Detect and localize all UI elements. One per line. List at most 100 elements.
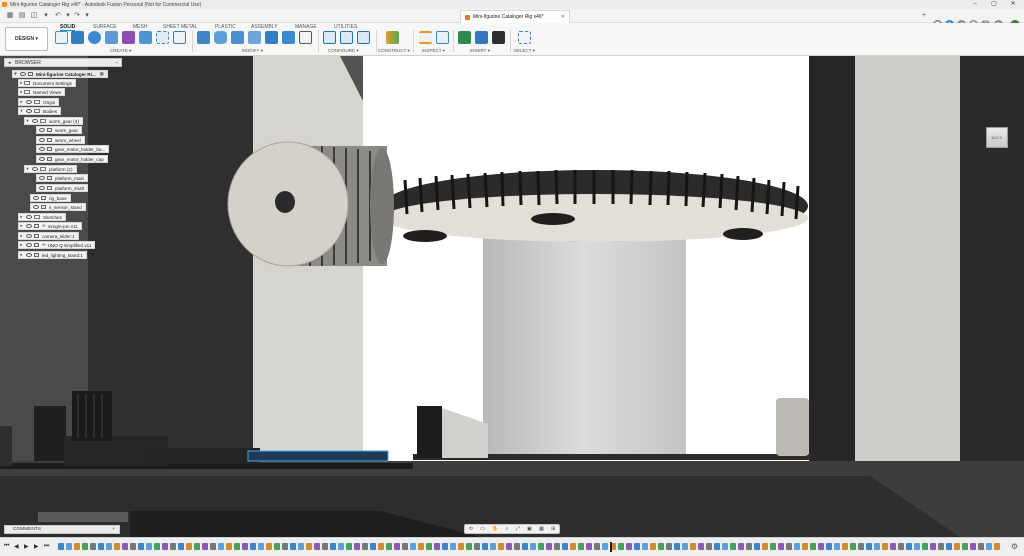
press-pull-icon[interactable] xyxy=(197,31,210,44)
document-tab[interactable]: Mini-figurine Cataloger Rig v46* ✕ xyxy=(460,10,570,23)
add-tab-icon[interactable]: + xyxy=(920,12,928,20)
timeline-feature-marker[interactable] xyxy=(90,543,96,550)
extrude-icon[interactable] xyxy=(71,31,84,44)
timeline-feature-marker[interactable] xyxy=(298,543,304,550)
timeline-feature-marker[interactable] xyxy=(602,543,608,550)
tree-item-bodies[interactable]: ▾ Bodies xyxy=(18,107,62,115)
timeline-feature-marker[interactable] xyxy=(818,543,824,550)
app-grid-icon[interactable]: ▦ xyxy=(6,12,14,20)
inspect-menu[interactable]: INSPECT ▾ xyxy=(422,48,445,54)
timeline-feature-marker[interactable] xyxy=(930,543,936,550)
insert-image-icon[interactable] xyxy=(475,31,488,44)
eye-icon[interactable] xyxy=(39,147,45,151)
eye-icon[interactable] xyxy=(32,167,38,171)
revolve-icon[interactable] xyxy=(88,31,101,44)
eye-icon[interactable] xyxy=(20,72,26,76)
timeline-feature-marker[interactable] xyxy=(810,543,816,550)
minimize-button[interactable]: – xyxy=(967,0,983,9)
chevron-right-icon[interactable]: ▸ xyxy=(19,99,24,105)
timeline-feature-marker[interactable] xyxy=(698,543,704,550)
timeline-marker[interactable] xyxy=(610,542,612,552)
tree-item-origin[interactable]: ▸ Origin xyxy=(18,98,60,106)
timeline-feature-marker[interactable] xyxy=(658,543,664,550)
eye-icon[interactable] xyxy=(32,119,38,123)
timeline-feature-marker[interactable] xyxy=(530,543,536,550)
timeline-feature-marker[interactable] xyxy=(234,543,240,550)
timeline-settings-icon[interactable]: ⚙ xyxy=(1011,542,1018,551)
timeline-feature-marker[interactable] xyxy=(826,543,832,550)
chevron-right-icon[interactable]: ▸ xyxy=(19,233,24,239)
view-cube[interactable]: BACK xyxy=(986,127,1008,148)
timeline-feature-marker[interactable] xyxy=(210,543,216,550)
target-icon[interactable]: ◎ xyxy=(100,71,104,77)
timeline-feature-marker[interactable] xyxy=(626,543,632,550)
timeline-feature-marker[interactable] xyxy=(146,543,152,550)
timeline-feature-marker[interactable] xyxy=(482,543,488,550)
file-icon[interactable]: ▤ xyxy=(18,12,26,20)
maximize-button[interactable]: ▢ xyxy=(986,0,1002,9)
timeline-feature-marker[interactable] xyxy=(514,543,520,550)
eye-icon[interactable] xyxy=(26,215,32,219)
insert-mcmaster-icon[interactable] xyxy=(492,31,505,44)
eye-icon[interactable] xyxy=(33,205,39,209)
look-at-icon[interactable]: ▭ xyxy=(480,526,485,532)
measure-icon[interactable] xyxy=(419,31,432,44)
tab-utilities[interactable]: UTILITIES xyxy=(334,24,357,30)
sweep-icon[interactable] xyxy=(105,31,118,44)
timeline-feature-marker[interactable] xyxy=(498,543,504,550)
tree-root-component[interactable]: ▾ Mini-figurine Cataloger Ri... ◎ xyxy=(12,70,108,78)
timeline-feature-marker[interactable] xyxy=(58,543,64,550)
timeline-feature-marker[interactable] xyxy=(946,543,952,550)
eye-icon[interactable] xyxy=(39,186,45,190)
tab-surface[interactable]: SURFACE xyxy=(93,24,117,30)
grid-settings-icon[interactable]: ▦ xyxy=(539,526,544,532)
tree-item-gear-motor-holder-cap[interactable]: gear_motor_holder_cap xyxy=(36,155,108,163)
chevron-right-icon[interactable]: ▸ xyxy=(19,242,24,248)
save-dropdown-icon[interactable]: ▾ xyxy=(42,12,50,20)
timeline-feature-marker[interactable] xyxy=(562,543,568,550)
timeline-feature-marker[interactable] xyxy=(378,543,384,550)
timeline-prev-icon[interactable]: ◀ xyxy=(14,543,19,550)
tree-item-mmgm-pm[interactable]: ▸ ∞ mmgm-pm v11 xyxy=(18,222,82,230)
eye-icon[interactable] xyxy=(26,100,32,104)
chevron-down-icon[interactable]: ▾ xyxy=(19,108,24,114)
comments-panel[interactable]: COMMENTS + xyxy=(4,525,120,534)
timeline-feature-marker[interactable] xyxy=(426,543,432,550)
mirror-icon[interactable] xyxy=(173,31,186,44)
close-tab-icon[interactable]: ✕ xyxy=(561,14,565,20)
timeline-feature-marker[interactable] xyxy=(154,543,160,550)
timeline-feature-marker[interactable] xyxy=(322,543,328,550)
timeline-feature-marker[interactable] xyxy=(306,543,312,550)
select-icon[interactable] xyxy=(518,31,531,44)
timeline-feature-marker[interactable] xyxy=(410,543,416,550)
timeline-feature-marker[interactable] xyxy=(554,543,560,550)
timeline-feature-marker[interactable] xyxy=(138,543,144,550)
orbit-icon[interactable]: ⟲ xyxy=(469,526,473,532)
timeline-feature-marker[interactable] xyxy=(994,543,1000,550)
timeline-feature-marker[interactable] xyxy=(650,543,656,550)
timeline-feature-marker[interactable] xyxy=(738,543,744,550)
timeline-feature-marker[interactable] xyxy=(522,543,528,550)
timeline-feature-marker[interactable] xyxy=(842,543,848,550)
timeline-feature-marker[interactable] xyxy=(578,543,584,550)
timeline-feature-marker[interactable] xyxy=(962,543,968,550)
timeline-feature-marker[interactable] xyxy=(850,543,856,550)
timeline-feature-marker[interactable] xyxy=(466,543,472,550)
chevron-right-icon[interactable]: ▸ xyxy=(19,214,24,220)
timeline-feature-marker[interactable] xyxy=(162,543,168,550)
timeline-feature-marker[interactable] xyxy=(250,543,256,550)
timeline-feature-marker[interactable] xyxy=(882,543,888,550)
tree-item-sketches[interactable]: ▸ Sketches xyxy=(18,213,66,221)
timeline-feature-marker[interactable] xyxy=(834,543,840,550)
timeline-feature-marker[interactable] xyxy=(370,543,376,550)
move-icon[interactable] xyxy=(299,31,312,44)
timeline-feature-marker[interactable] xyxy=(970,543,976,550)
tree-item-worm-gear[interactable]: worm_gear xyxy=(36,126,82,134)
timeline-feature-marker[interactable] xyxy=(954,543,960,550)
timeline-feature-marker[interactable] xyxy=(570,543,576,550)
timeline-feature-marker[interactable] xyxy=(690,543,696,550)
timeline-feature-marker[interactable] xyxy=(802,543,808,550)
tree-item-platform-shaft[interactable]: platform_shaft xyxy=(36,184,89,192)
timeline-feature-marker[interactable] xyxy=(338,543,344,550)
configure-menu[interactable]: CONFIGURE ▾ xyxy=(328,48,359,54)
